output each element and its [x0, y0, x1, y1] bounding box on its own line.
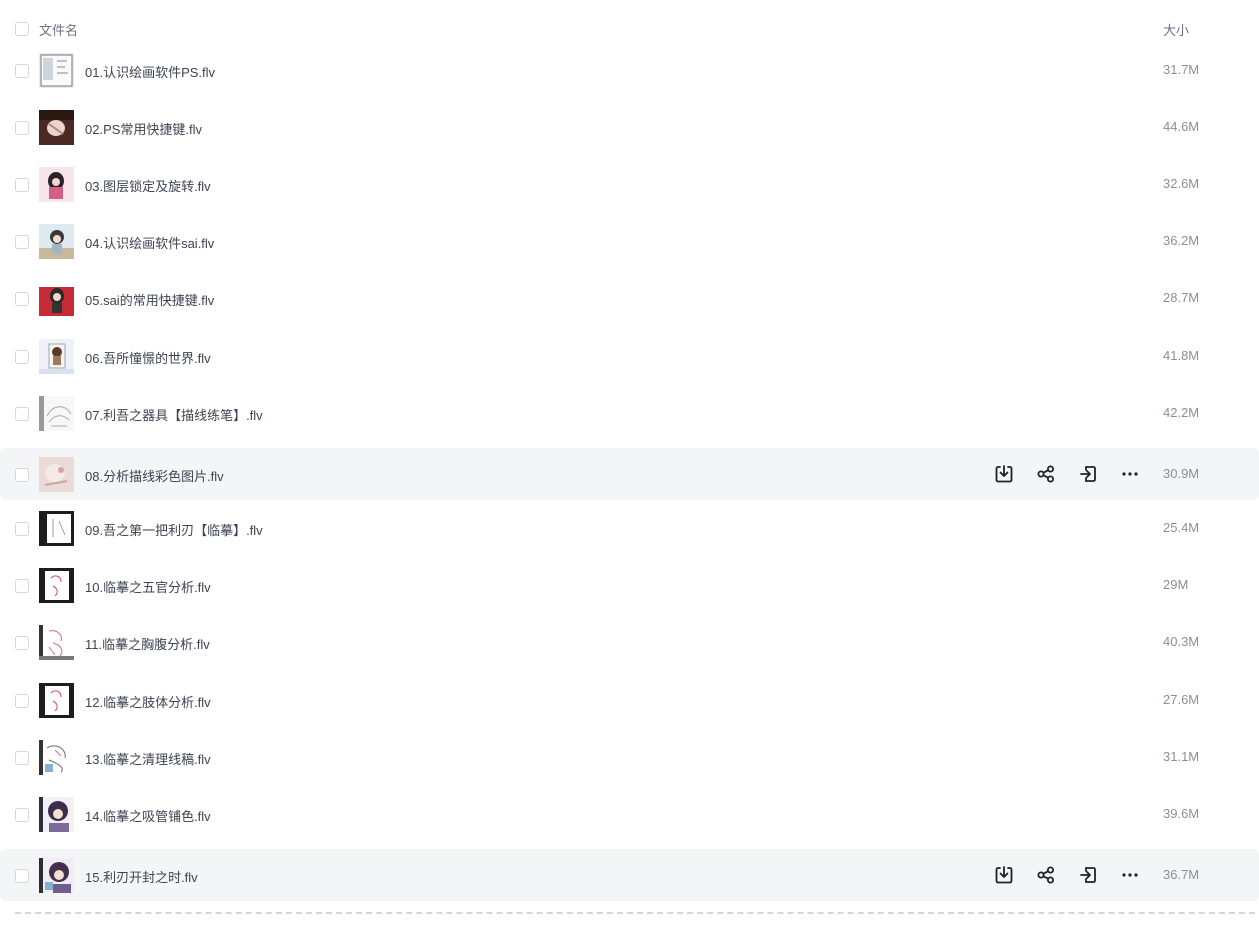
file-row[interactable]: 03.图层锁定及旋转.flv 32.6M — [0, 158, 1259, 210]
download-icon — [994, 865, 1014, 885]
file-row[interactable]: 06.吾所憧憬的世界.flv 41.8M — [0, 330, 1259, 382]
file-size: 31.7M — [1163, 62, 1200, 77]
file-name[interactable]: 10.临摹之五官分析.flv — [85, 577, 211, 596]
column-header-filename[interactable]: 文件名 — [39, 20, 78, 39]
video-thumbnail[interactable] — [39, 740, 74, 775]
file-name[interactable]: 06.吾所憧憬的世界.flv — [85, 348, 211, 367]
more-button[interactable] — [1118, 462, 1142, 486]
row-checkbox[interactable] — [15, 751, 29, 765]
file-row[interactable]: 12.临摹之肢体分析.flv 27.6M — [0, 674, 1259, 726]
file-name[interactable]: 04.认识绘画软件sai.flv — [85, 233, 214, 252]
video-thumbnail[interactable] — [39, 683, 74, 718]
share-icon — [1036, 865, 1056, 885]
video-thumbnail[interactable] — [39, 511, 74, 546]
file-name[interactable]: 15.利刃开封之时.flv — [85, 867, 198, 886]
more-icon — [1120, 865, 1140, 885]
file-size: 36.7M — [1163, 867, 1200, 882]
file-size: 42.2M — [1163, 405, 1200, 420]
row-checkbox[interactable] — [15, 121, 29, 135]
row-checkbox[interactable] — [15, 235, 29, 249]
share-button[interactable] — [1034, 462, 1058, 486]
file-name[interactable]: 05.sai的常用快捷键.flv — [85, 290, 214, 309]
row-checkbox[interactable] — [15, 694, 29, 708]
video-thumbnail[interactable] — [39, 53, 74, 88]
download-button[interactable] — [992, 863, 1016, 887]
download-icon — [994, 464, 1014, 484]
file-name[interactable]: 01.认识绘画软件PS.flv — [85, 62, 215, 81]
file-name[interactable]: 08.分析描线彩色图片.flv — [85, 466, 224, 485]
row-checkbox[interactable] — [15, 178, 29, 192]
move-to-button[interactable] — [1076, 462, 1100, 486]
file-size: 27.6M — [1163, 692, 1200, 707]
file-size: 36.2M — [1163, 233, 1200, 248]
row-checkbox[interactable] — [15, 350, 29, 364]
row-checkbox[interactable] — [15, 522, 29, 536]
more-button[interactable] — [1118, 863, 1142, 887]
video-thumbnail[interactable] — [39, 224, 74, 259]
video-thumbnail[interactable] — [39, 110, 74, 145]
row-checkbox[interactable] — [15, 636, 29, 650]
more-icon — [1120, 464, 1140, 484]
file-name[interactable]: 12.临摹之肢体分析.flv — [85, 692, 211, 711]
list-bottom-divider — [15, 912, 1255, 914]
file-row[interactable]: 14.临摹之吸管铺色.flv 39.6M — [0, 788, 1259, 840]
row-checkbox[interactable] — [15, 64, 29, 78]
file-name[interactable]: 11.临摹之胸腹分析.flv — [85, 634, 210, 653]
file-size: 29M — [1163, 577, 1189, 592]
video-thumbnail[interactable] — [39, 457, 74, 492]
row-checkbox[interactable] — [15, 869, 29, 883]
file-row[interactable]: 05.sai的常用快捷键.flv 28.7M — [0, 272, 1259, 324]
file-row[interactable]: 02.PS常用快捷键.flv 44.6M — [0, 101, 1259, 153]
file-size: 41.8M — [1163, 348, 1200, 363]
video-thumbnail[interactable] — [39, 797, 74, 832]
file-name[interactable]: 13.临摹之清理线稿.flv — [85, 749, 211, 768]
file-row[interactable]: 01.认识绘画软件PS.flv 31.7M — [0, 44, 1259, 96]
file-name[interactable]: 14.临摹之吸管铺色.flv — [85, 806, 211, 825]
video-thumbnail[interactable] — [39, 625, 74, 660]
file-size: 25.4M — [1163, 520, 1200, 535]
file-row[interactable]: 13.临摹之清理线稿.flv 31.1M — [0, 731, 1259, 783]
file-size: 30.9M — [1163, 466, 1200, 481]
video-thumbnail[interactable] — [39, 281, 74, 316]
file-size: 39.6M — [1163, 806, 1200, 821]
file-size: 44.6M — [1163, 119, 1200, 134]
file-size: 40.3M — [1163, 634, 1200, 649]
download-button[interactable] — [992, 462, 1016, 486]
select-all-checkbox[interactable] — [15, 22, 29, 36]
video-thumbnail[interactable] — [39, 167, 74, 202]
file-name[interactable]: 03.图层锁定及旋转.flv — [85, 176, 211, 195]
video-thumbnail[interactable] — [39, 339, 74, 374]
share-icon — [1036, 464, 1056, 484]
share-button[interactable] — [1034, 863, 1058, 887]
file-row[interactable]: 15.利刃开封之时.flv 36.7M — [0, 849, 1259, 901]
file-row[interactable]: 08.分析描线彩色图片.flv 30.9M — [0, 448, 1259, 500]
file-name[interactable]: 09.吾之第一把利刃【临摹】.flv — [85, 520, 263, 539]
move-to-icon — [1078, 464, 1098, 484]
file-row[interactable]: 07.利吾之器具【描线练笔】.flv 42.2M — [0, 387, 1259, 439]
file-row[interactable]: 10.临摹之五官分析.flv 29M — [0, 559, 1259, 611]
file-row[interactable]: 11.临摹之胸腹分析.flv 40.3M — [0, 616, 1259, 668]
video-thumbnail[interactable] — [39, 396, 74, 431]
video-thumbnail[interactable] — [39, 568, 74, 603]
column-header-size[interactable]: 大小 — [1163, 20, 1189, 39]
row-checkbox[interactable] — [15, 468, 29, 482]
file-size: 31.1M — [1163, 749, 1200, 764]
move-to-button[interactable] — [1076, 863, 1100, 887]
file-row[interactable]: 09.吾之第一把利刃【临摹】.flv 25.4M — [0, 502, 1259, 554]
file-row[interactable]: 04.认识绘画软件sai.flv 36.2M — [0, 215, 1259, 267]
file-size: 32.6M — [1163, 176, 1200, 191]
row-checkbox[interactable] — [15, 808, 29, 822]
file-name[interactable]: 02.PS常用快捷键.flv — [85, 119, 202, 138]
file-name[interactable]: 07.利吾之器具【描线练笔】.flv — [85, 405, 263, 424]
video-thumbnail[interactable] — [39, 858, 74, 893]
row-checkbox[interactable] — [15, 407, 29, 421]
row-checkbox[interactable] — [15, 292, 29, 306]
move-to-icon — [1078, 865, 1098, 885]
row-checkbox[interactable] — [15, 579, 29, 593]
file-size: 28.7M — [1163, 290, 1200, 305]
